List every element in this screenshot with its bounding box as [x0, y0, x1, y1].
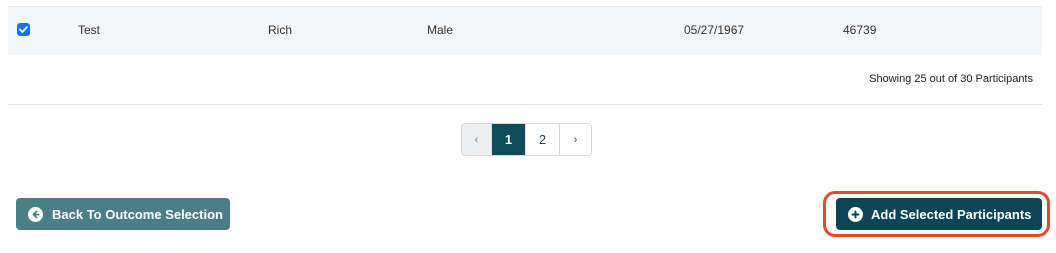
add-button-label: Add Selected Participants: [871, 206, 1032, 222]
pagination: ‹ 1 2 ›: [461, 123, 592, 156]
cell-first-name: Test: [78, 23, 101, 37]
cell-gender: Male: [427, 23, 454, 37]
checkmark-icon: [19, 26, 28, 33]
participants-count: Showing 25 out of 30 Participants: [869, 73, 1033, 85]
row-checkbox[interactable]: [17, 23, 30, 36]
arrow-left-circle-icon: [28, 206, 43, 222]
back-to-outcome-selection-button[interactable]: Back To Outcome Selection: [16, 198, 230, 230]
back-button-label: Back To Outcome Selection: [52, 206, 223, 222]
add-selected-participants-button[interactable]: Add Selected Participants: [836, 198, 1042, 230]
table-row[interactable]: Test Rich Male 05/27/1967 46739: [8, 6, 1042, 55]
divider: [8, 104, 1042, 105]
cell-last-name: Rich: [268, 23, 293, 37]
pagination-prev-button[interactable]: ‹: [462, 124, 492, 155]
cell-id: 46739: [843, 23, 877, 37]
pagination-page-2[interactable]: 2: [526, 124, 560, 155]
cell-dob: 05/27/1967: [684, 23, 745, 37]
pagination-next-button[interactable]: ›: [560, 124, 591, 155]
pagination-page-1[interactable]: 1: [492, 124, 526, 155]
plus-circle-icon: [848, 206, 863, 222]
